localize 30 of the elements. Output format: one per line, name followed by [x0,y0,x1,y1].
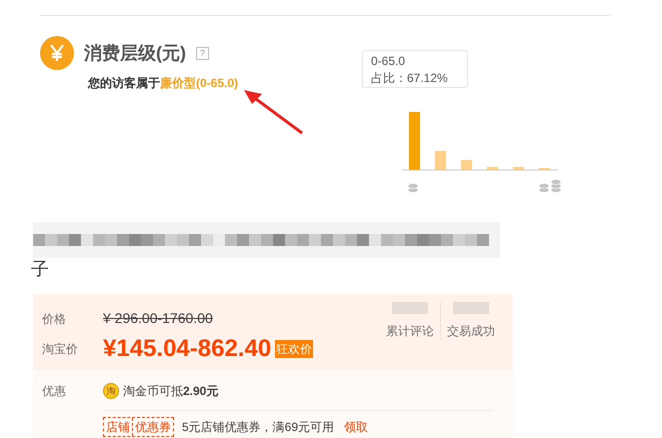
claim-link[interactable]: 领取 [344,418,368,436]
redacted-area [392,302,428,314]
chart-bar [409,112,420,170]
chart-bar [461,160,472,170]
chart-bar [435,151,446,170]
product-title: 子 [31,258,49,281]
coin-icon: 淘 [103,383,119,399]
current-price: 145.04-862.40 [116,335,272,363]
stat-label: 交易成功 [447,323,495,340]
coupon-tag: 店铺 优惠券 [103,417,174,437]
promo-badge: 狂欢价 [275,340,314,358]
chart-bar [513,167,524,170]
currency-symbol: ¥ [103,335,116,363]
original-price: ¥ 296.00-1760.00 [103,309,213,328]
tooltip-share: 占比：67.12% [371,70,449,87]
redacted-area [453,302,489,314]
coin-discount-text: 淘金币可抵2.90元 [123,383,218,400]
coins-icon [408,183,418,193]
chart-bar [487,167,498,170]
yuan-icon [40,36,74,70]
help-icon[interactable]: ? [196,46,209,60]
coupon-text: 5元店铺优惠券，满69元可用 [182,419,334,436]
section-title: 消费层级(元) [84,42,186,65]
taobao-price-label: 淘宝价 [41,341,79,358]
coins-icon [538,179,562,193]
tooltip-range: 0-65.0 [371,53,406,70]
stat-label: 累计评论 [386,323,434,340]
promo-label: 优惠 [41,383,67,400]
price-label: 价格 [41,310,67,328]
summary-text: 您的访客属于廉价型(0-65.0) [88,75,240,92]
